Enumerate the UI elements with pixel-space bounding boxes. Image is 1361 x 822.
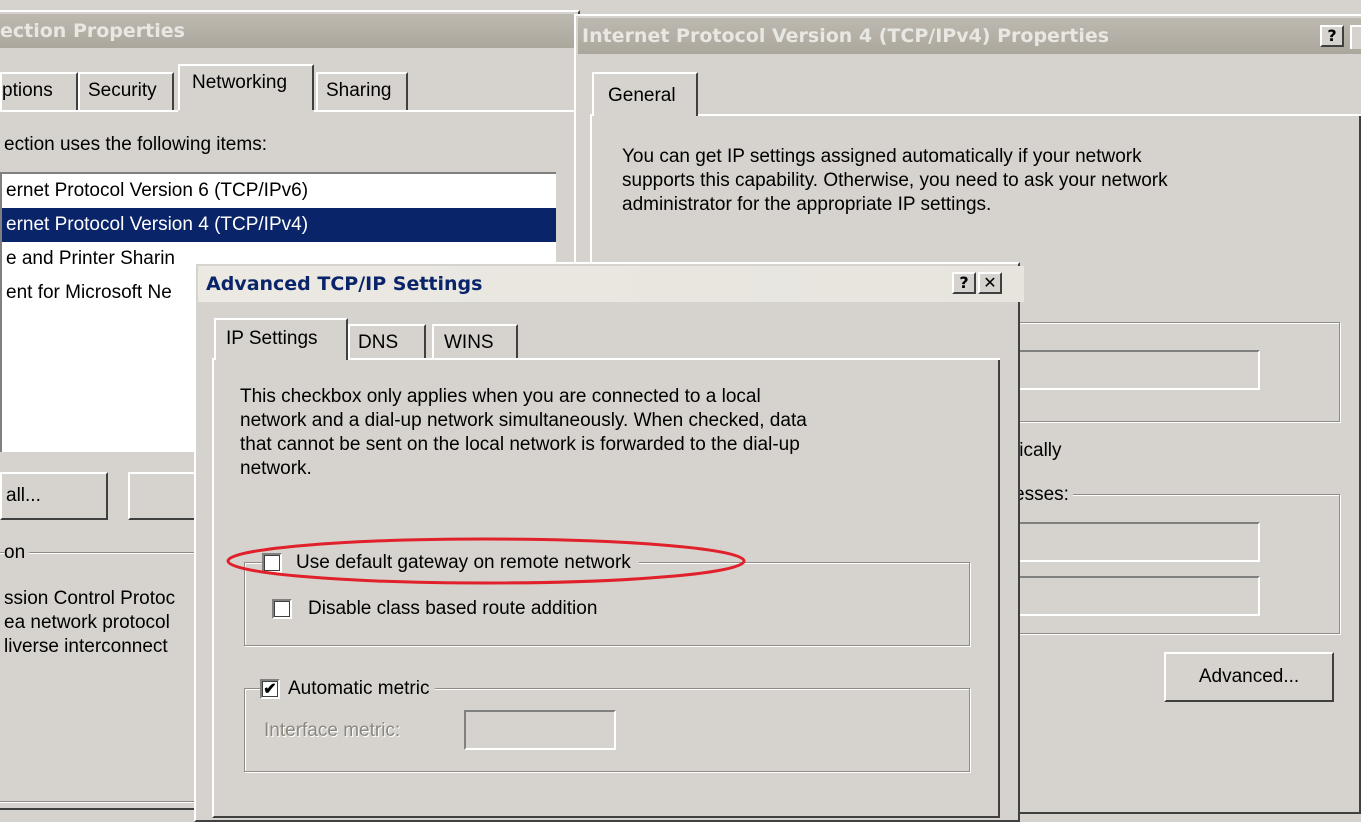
list-item-ipv6[interactable]: ernet Protocol Version 6 (TCP/IPv6) [2, 174, 556, 208]
ipv4-close-button-edge[interactable] [1350, 25, 1361, 49]
ipv4-intro-line-2: supports this capability. Otherwise, you… [622, 170, 1168, 191]
description-line-2: ea network protocol [4, 612, 170, 633]
tab-networking[interactable]: Networking [178, 64, 314, 110]
items-label: ection uses the following items: [4, 134, 267, 155]
install-button[interactable]: all... [0, 472, 108, 520]
gateway-description-line-3: that cannot be sent on the local network… [240, 434, 800, 455]
highlight-ellipse [226, 537, 746, 585]
ipv4-intro-line-3: administrator for the appropriate IP set… [622, 194, 992, 215]
tab-options[interactable]: ptions [0, 72, 78, 110]
checkmark-icon: ✔ [263, 681, 277, 698]
tab-security[interactable]: Security [78, 72, 174, 110]
alternate-dns-field[interactable] [1014, 576, 1260, 616]
description-line-1: ssion Control Protoc [4, 588, 176, 609]
disable-class-route-row[interactable]: Disable class based route addition [272, 596, 597, 622]
connection-properties-title: ection Properties [0, 20, 185, 42]
advanced-dialog-title: Advanced TCP/IP Settings [206, 273, 483, 295]
advanced-dialog-titlebar[interactable]: Advanced TCP/IP Settings [198, 266, 1024, 302]
tab-panel-edge-right [314, 110, 576, 112]
ipv4-properties-title: Internet Protocol Version 4 (TCP/IPv4) P… [582, 25, 1110, 47]
disable-class-route-label: Disable class based route addition [308, 598, 598, 619]
list-item-ipv4[interactable]: ernet Protocol Version 4 (TCP/IPv4) [2, 208, 556, 242]
obtain-dns-auto-label: tically [1014, 440, 1062, 461]
dns-group-label: esses: [1014, 484, 1073, 506]
ip-address-field[interactable] [1014, 350, 1260, 390]
tab-general[interactable]: General [592, 72, 698, 116]
interface-metric-field[interactable] [464, 710, 616, 750]
general-panel-top-edge [698, 114, 1361, 116]
description-group-label: on [4, 542, 30, 564]
tab-dns[interactable]: DNS [348, 324, 426, 360]
advanced-close-button[interactable]: ✕ [978, 272, 1002, 294]
automatic-metric-label: Automatic metric [288, 678, 430, 699]
tab-panel-edge [0, 110, 178, 112]
preferred-dns-field[interactable] [1014, 522, 1260, 562]
tab-wins[interactable]: WINS [432, 324, 518, 360]
advanced-help-button[interactable]: ? [952, 272, 976, 294]
gateway-description-line-2: network and a dial-up network simultaneo… [240, 410, 807, 431]
tab-sharing[interactable]: Sharing [316, 72, 408, 110]
automatic-metric-checkbox[interactable]: ✔ [260, 679, 280, 699]
gateway-description-line-1: This checkbox only applies when you are … [240, 386, 761, 407]
connection-properties-titlebar[interactable]: ection Properties [0, 14, 576, 48]
automatic-metric-row[interactable]: ✔ Automatic metric [260, 676, 436, 702]
ipv4-properties-titlebar[interactable]: Internet Protocol Version 4 (TCP/IPv4) P… [578, 18, 1361, 54]
ipv4-help-button[interactable]: ? [1320, 25, 1344, 47]
advanced-button[interactable]: Advanced... [1164, 652, 1334, 702]
disable-class-route-checkbox[interactable] [272, 599, 292, 619]
close-icon: ✕ [983, 273, 997, 292]
ipv4-intro-line-1: You can get IP settings assigned automat… [622, 146, 1142, 167]
gateway-description-line-4: network. [240, 458, 312, 479]
tab-ip-settings[interactable]: IP Settings [214, 318, 348, 360]
description-line-3: liverse interconnect [4, 636, 168, 657]
ip-settings-panel-top-edge [348, 358, 1000, 360]
interface-metric-label: Interface metric: [264, 720, 401, 741]
